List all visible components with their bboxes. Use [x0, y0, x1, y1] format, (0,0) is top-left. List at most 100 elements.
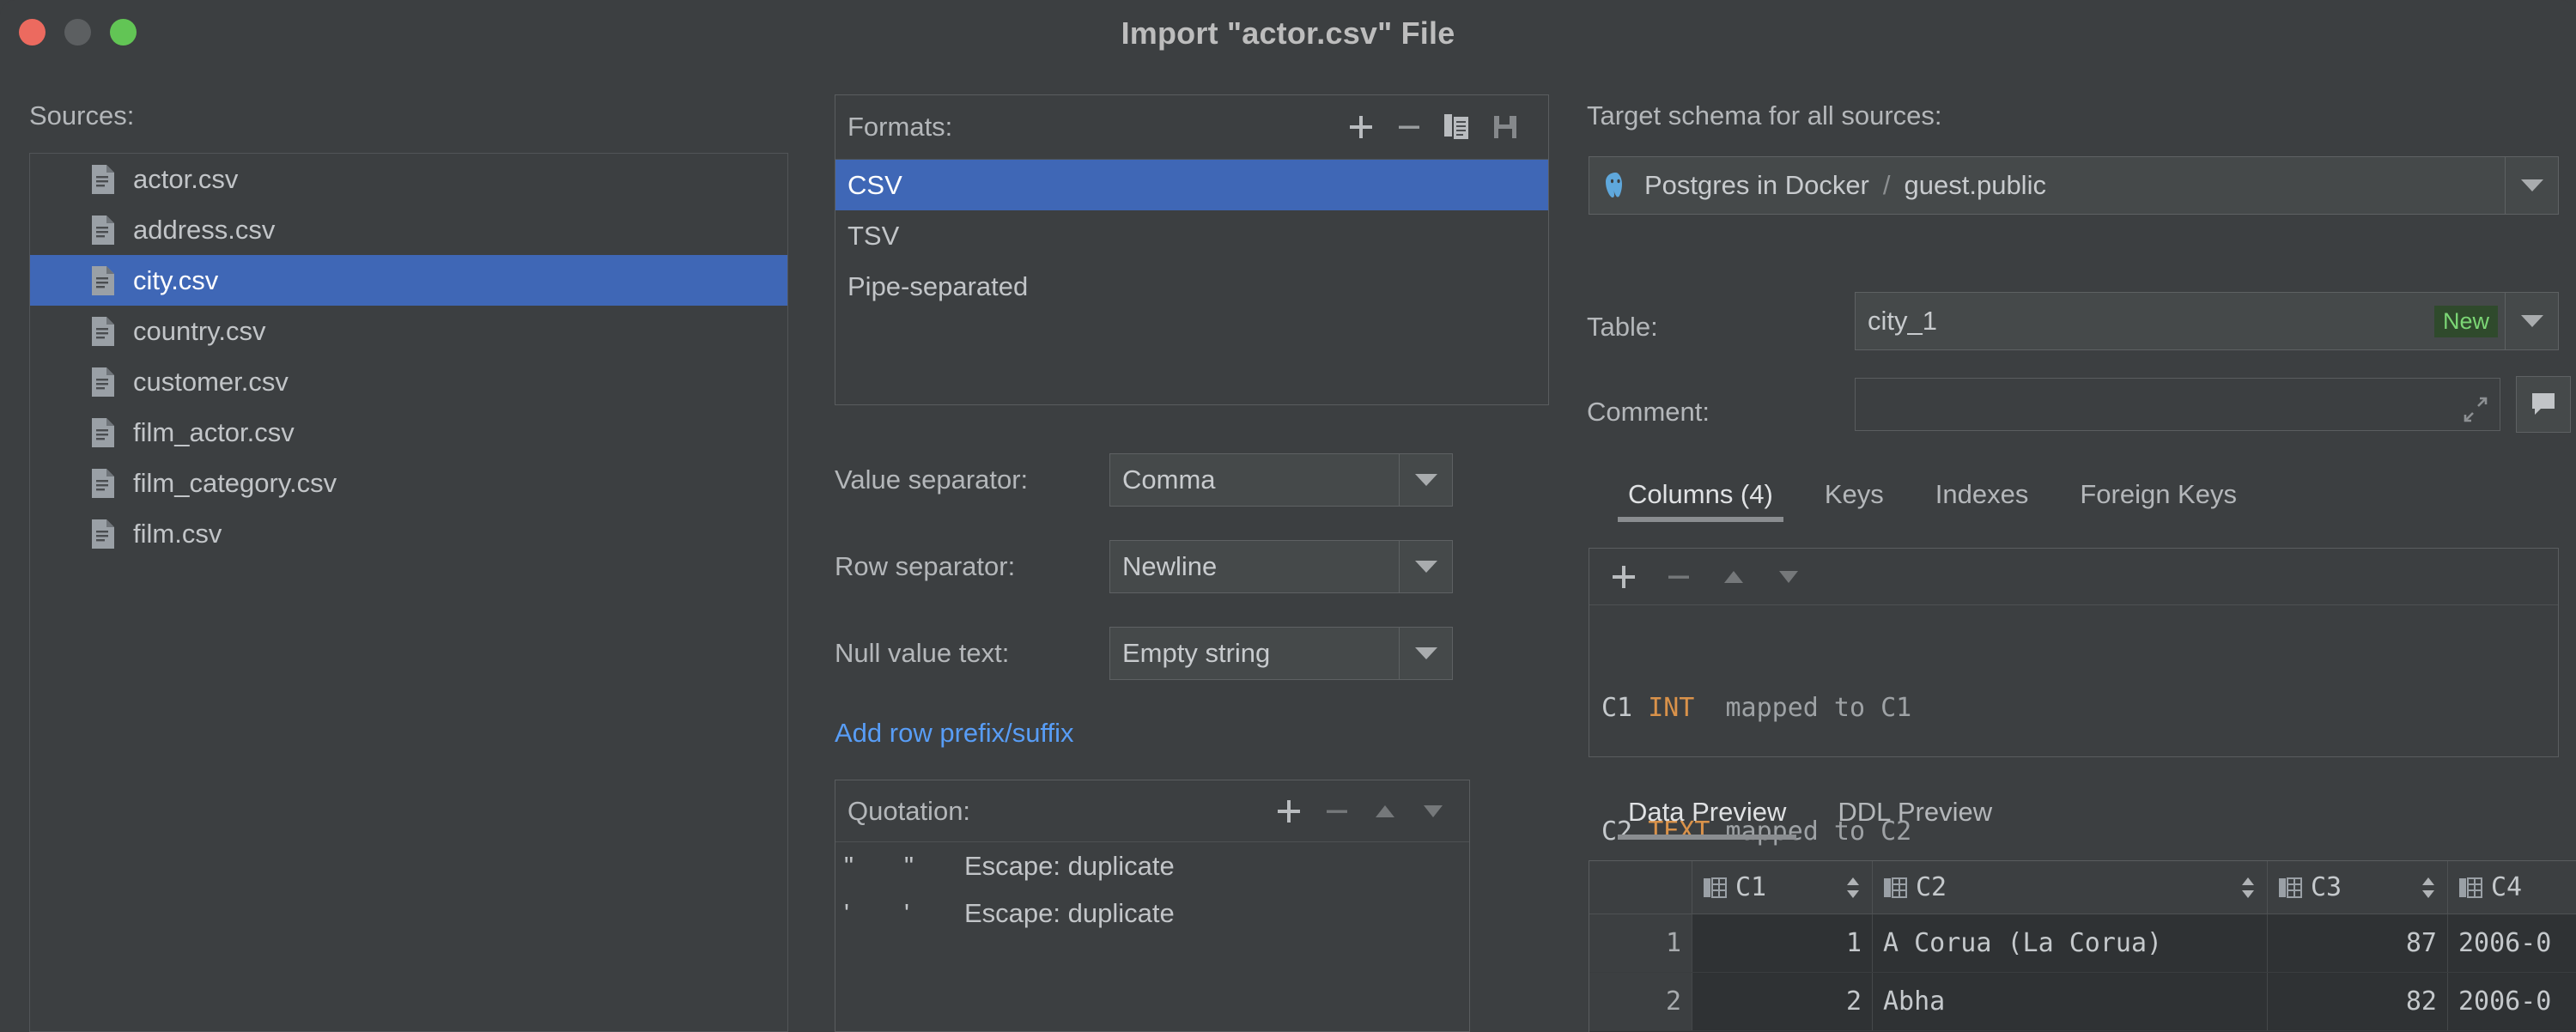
cell-c1[interactable]: 1 [1692, 914, 1873, 972]
chevron-down-icon[interactable] [1399, 454, 1452, 506]
null-value-text-select[interactable]: Empty string [1109, 627, 1453, 680]
remove-icon[interactable] [1313, 787, 1361, 835]
cell-c3[interactable]: 87 [2268, 914, 2448, 972]
quotation-toolbar: Quotation: [835, 780, 1469, 842]
move-up-icon[interactable] [1710, 553, 1758, 601]
cell-c4[interactable]: 2006-0 [2448, 914, 2576, 972]
table-row[interactable]: 1 1 A Corua (La Corua) 87 2006-0 [1589, 914, 2576, 973]
sort-icon[interactable] [2420, 875, 2437, 901]
source-item-address[interactable]: address.csv [30, 204, 787, 255]
column-grid-icon [2279, 877, 2302, 898]
cell-c3[interactable]: 82 [2268, 973, 2448, 1030]
source-item-film[interactable]: film.csv [30, 508, 787, 559]
speech-bubble-icon [2532, 393, 2555, 415]
sources-list[interactable]: actor.csv address.csv city.csv country.c… [29, 153, 788, 1032]
chevron-down-icon[interactable] [2505, 293, 2558, 349]
table-label: Table: [1587, 312, 1658, 342]
add-icon[interactable] [1600, 553, 1648, 601]
table-name-field[interactable]: city_1 New [1855, 292, 2559, 350]
cell-c4[interactable]: 2006-0 [2448, 973, 2576, 1030]
row-number: 2 [1589, 973, 1692, 1030]
table-name-value[interactable]: city_1 [1856, 293, 2434, 349]
format-item-tsv[interactable]: TSV [835, 210, 1548, 261]
tab-data-preview[interactable]: Data Preview [1602, 797, 1812, 840]
quotation-panel: Quotation: " " Escape: duplicate ' ' Escape:… [835, 780, 1470, 1032]
save-icon[interactable] [1481, 103, 1529, 151]
column-grid-icon [1884, 877, 1907, 898]
remove-icon[interactable] [1655, 553, 1703, 601]
tab-ddl-preview[interactable]: DDL Preview [1812, 797, 2018, 840]
target-schema-select[interactable]: Postgres in Docker / guest.public [1589, 156, 2559, 215]
row-separator-row: Row separator: Newline [835, 540, 1453, 593]
add-row-prefix-suffix-link[interactable]: Add row prefix/suffix [835, 718, 1074, 749]
target-schema-suffix: guest.public [1904, 170, 2046, 200]
column-header-rownum [1589, 861, 1692, 914]
comment-toggle-button[interactable] [2516, 376, 2571, 433]
quotation-escape: Escape: duplicate [964, 851, 1175, 881]
data-preview-table[interactable]: C1 C2 C3 C4 1 1 A Corua (La Corua) 87 20… [1589, 860, 2576, 1032]
sort-icon[interactable] [1844, 875, 1862, 901]
add-icon[interactable] [1265, 787, 1313, 835]
column-header-c3[interactable]: C3 [2268, 861, 2448, 914]
row-separator-select[interactable]: Newline [1109, 540, 1453, 593]
move-up-icon[interactable] [1361, 787, 1409, 835]
add-icon[interactable] [1337, 103, 1385, 151]
column-header-c1[interactable]: C1 [1692, 861, 1873, 914]
tab-keys[interactable]: Keys [1799, 479, 1910, 522]
column-header-label: C4 [2491, 872, 2523, 902]
value-separator-select[interactable]: Comma [1109, 453, 1453, 507]
copy-icon[interactable] [1433, 103, 1481, 151]
null-value-text-row: Null value text: Empty string [835, 627, 1453, 680]
formats-toolbar: Formats: [835, 95, 1548, 160]
column-header-c4[interactable]: C4 [2448, 861, 2576, 914]
sort-icon[interactable] [2239, 875, 2257, 901]
sources-label: Sources: [29, 100, 135, 131]
source-item-film-category[interactable]: film_category.csv [30, 458, 787, 508]
target-schema-prefix: Postgres in Docker [1644, 170, 1869, 200]
cell-c2[interactable]: Abha [1873, 973, 2268, 1030]
comment-label: Comment: [1587, 397, 1710, 427]
column-mapping-row[interactable]: C1 INT mapped to C1 [1601, 688, 2558, 729]
quotation-item-single[interactable]: ' ' Escape: duplicate [835, 889, 1469, 937]
file-icon [92, 265, 114, 295]
quotation-list[interactable]: " " Escape: duplicate ' ' Escape: duplicate [835, 842, 1469, 937]
tab-foreign-keys[interactable]: Foreign Keys [2054, 479, 2263, 522]
source-item-film-actor[interactable]: film_actor.csv [30, 407, 787, 458]
chevron-down-icon[interactable] [1399, 541, 1452, 592]
move-down-icon[interactable] [1765, 553, 1813, 601]
column-header-label: C1 [1735, 872, 1767, 902]
format-item-csv[interactable]: CSV [835, 160, 1548, 210]
column-header-c2[interactable]: C2 [1873, 861, 2268, 914]
source-item-country[interactable]: country.csv [30, 306, 787, 356]
tab-indexes[interactable]: Indexes [1910, 479, 2055, 522]
formats-label: Formats: [848, 112, 953, 142]
column-header-label: C2 [1916, 872, 1947, 902]
table-header-row: C1 C2 C3 C4 [1589, 861, 2576, 914]
source-item-actor[interactable]: actor.csv [30, 154, 787, 204]
format-item-pipe-separated[interactable]: Pipe-separated [835, 261, 1548, 312]
source-item-label: country.csv [133, 315, 266, 346]
quotation-item-double[interactable]: " " Escape: duplicate [835, 842, 1469, 889]
move-down-icon[interactable] [1409, 787, 1457, 835]
chevron-down-icon[interactable] [1399, 628, 1452, 679]
formats-list[interactable]: CSV TSV Pipe-separated [835, 160, 1548, 312]
cell-c2[interactable]: A Corua (La Corua) [1873, 914, 2268, 972]
table-row[interactable]: 2 2 Abha 82 2006-0 [1589, 973, 2576, 1031]
file-icon [92, 417, 114, 447]
null-value-text-label: Null value text: [835, 638, 1010, 668]
target-schema-label: Target schema for all sources: [1587, 100, 1942, 131]
postgres-icon [1606, 173, 1622, 198]
source-item-city[interactable]: city.csv [30, 255, 787, 306]
source-item-customer[interactable]: customer.csv [30, 356, 787, 407]
tab-columns[interactable]: Columns (4) [1602, 479, 1799, 522]
preview-tabs[interactable]: Data Preview DDL Preview [1602, 797, 2018, 840]
structure-tabs[interactable]: Columns (4) Keys Indexes Foreign Keys [1602, 479, 2263, 522]
remove-icon[interactable] [1385, 103, 1433, 151]
cell-c1[interactable]: 2 [1692, 973, 1873, 1030]
comment-input[interactable] [1855, 378, 2500, 431]
file-icon [92, 164, 114, 194]
source-item-label: city.csv [133, 264, 219, 295]
chevron-down-icon[interactable] [2505, 157, 2558, 214]
value-separator-row: Value separator: Comma [835, 453, 1453, 507]
expand-icon[interactable] [2460, 394, 2491, 425]
